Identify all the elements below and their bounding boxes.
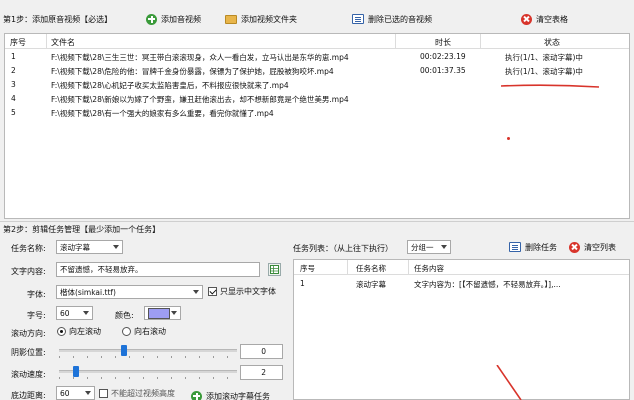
task-list-label: 任务列表：（从上往下执行） [293,244,393,253]
col-duration[interactable]: 时长 [435,37,451,48]
annotation-arrow [496,365,522,400]
col-task-content[interactable]: 任务内容 [414,263,444,274]
radio-selected-icon [57,327,66,336]
annotation-dot [507,137,510,140]
delete-task-button[interactable]: 删除任务 [509,238,557,256]
shadow-value-input[interactable]: 0 [240,344,283,359]
col-task-name[interactable]: 任务名称 [356,263,386,274]
chevron-down-icon [113,245,119,249]
table-row[interactable]: 1 滚动字幕 文字内容为：[【不留遗憾，不轻易放弃。】],... [294,276,629,289]
direction-right-radio[interactable]: 向右滚动 [122,326,166,337]
shadow-slider-thumb[interactable] [120,345,127,356]
shadow-slider[interactable] [59,344,237,358]
font-label: 字体: [27,290,46,299]
table-icon [270,265,279,274]
speed-slider-thumb[interactable] [72,366,79,377]
text-content-label: 文字内容: [11,267,46,276]
clear-icon [569,241,580,253]
add-task-button[interactable]: 添加滚动字幕任务 [191,387,270,400]
direction-left-radio[interactable]: 向左滚动 [57,326,101,337]
step1-toolbar: 第1步：添加原音视频【必选】 添加音视频 添加视频文件夹 删除已选的音视频 清空… [0,0,634,32]
step2-header: 第2步：剪辑任务管理【最少添加一个任务】 [0,224,634,235]
clear-list-button[interactable]: 清空列表 [569,238,616,256]
chevron-down-icon [441,245,447,249]
speed-slider-track [59,370,237,373]
delete-selected-button[interactable]: 删除已选的音视频 [352,10,432,28]
color-label: 颜色: [115,311,134,320]
col-status[interactable]: 状态 [544,37,560,48]
table-row[interactable]: 5 F:\视频下载\28\有一个强大的娘家有多么重要，看完你就懂了.mp4 [5,107,629,120]
text-content-input[interactable]: 不留遗憾，不轻易放弃。 [56,262,260,277]
add-folder-button[interactable]: 添加视频文件夹 [225,10,297,28]
shadow-slider-track [59,349,237,352]
col-task-no[interactable]: 序号 [300,263,315,274]
chevron-down-icon [171,311,177,315]
file-table[interactable]: 序号 文件名 时长 状态 1 F:\视频下载\28\三生三世：冥王带白滚滚现身，… [4,33,630,219]
task-table[interactable]: 序号 任务名称 任务内容 1 滚动字幕 文字内容为：[【不留遗憾，不轻易放弃。】… [293,259,630,400]
shadow-label: 阴影位置: [11,348,46,357]
radio-unselected-icon [122,327,131,336]
add-video-button[interactable]: 添加音视频 [146,10,201,28]
speed-slider-ticks [59,377,237,379]
table-row[interactable]: 1 F:\视频下载\28\三生三世：冥王带白滚滚现身，众人一看白发，立马认出是东… [5,51,629,64]
direction-label: 滚动方向: [11,329,46,338]
add-icon [146,13,157,25]
color-picker[interactable] [144,306,181,320]
table-row[interactable]: 4 F:\视频下载\28\新娘以为嫁了个野蛮，嫌丑赶他滚出去，却不想新郎竟是个绝… [5,93,629,106]
group-select[interactable]: 分组一 [407,240,451,254]
task-table-header: 序号 任务名称 任务内容 [294,260,629,275]
annotation-underline [500,84,600,88]
checkbox-unchecked-icon [99,389,108,398]
text-options-button[interactable] [268,263,281,276]
folder-icon [225,14,237,24]
speed-value-input[interactable]: 2 [240,365,283,380]
chevron-down-icon [83,311,89,315]
list-delete-icon [352,14,364,24]
col-filename[interactable]: 文件名 [51,37,75,48]
clear-table-button[interactable]: 清空表格 [521,10,568,28]
chinese-only-checkbox[interactable]: 只显示中文字体 [208,286,276,297]
list-delete-icon [509,242,521,252]
speed-slider[interactable] [59,365,237,379]
step2-label: 第2步：剪辑任务管理【最少添加一个任务】 [3,225,161,234]
step1-label: 第1步：添加原音视频【必选】 [3,15,113,24]
no-exceed-checkbox[interactable]: 不能超过视频高度 [99,388,175,399]
speed-label: 滚动速度: [11,370,46,379]
bottom-distance-label: 底边距离: [11,391,46,400]
chevron-down-icon [85,391,91,395]
size-select[interactable]: 60 [56,306,93,320]
section-divider [0,221,634,222]
bottom-distance-select[interactable]: 60 [56,386,95,400]
task-name-label: 任务名称: [11,244,46,253]
color-swatch [148,307,170,319]
shadow-slider-ticks [59,356,237,358]
col-no[interactable]: 序号 [10,37,26,48]
add-icon [191,390,202,400]
size-label: 字号: [27,311,46,320]
font-select[interactable]: 楷体(simkai.ttf) [56,285,203,299]
checkbox-checked-icon [208,287,217,296]
task-name-select[interactable]: 滚动字幕 [56,240,123,254]
chevron-down-icon [193,290,199,294]
clear-icon [521,13,532,25]
table-row[interactable]: 2 F:\视频下载\28\危险的他：冒牌千金身份暴露，保镖为了保护她，屁股被狗咬… [5,65,629,78]
file-table-header: 序号 文件名 时长 状态 [5,34,629,49]
